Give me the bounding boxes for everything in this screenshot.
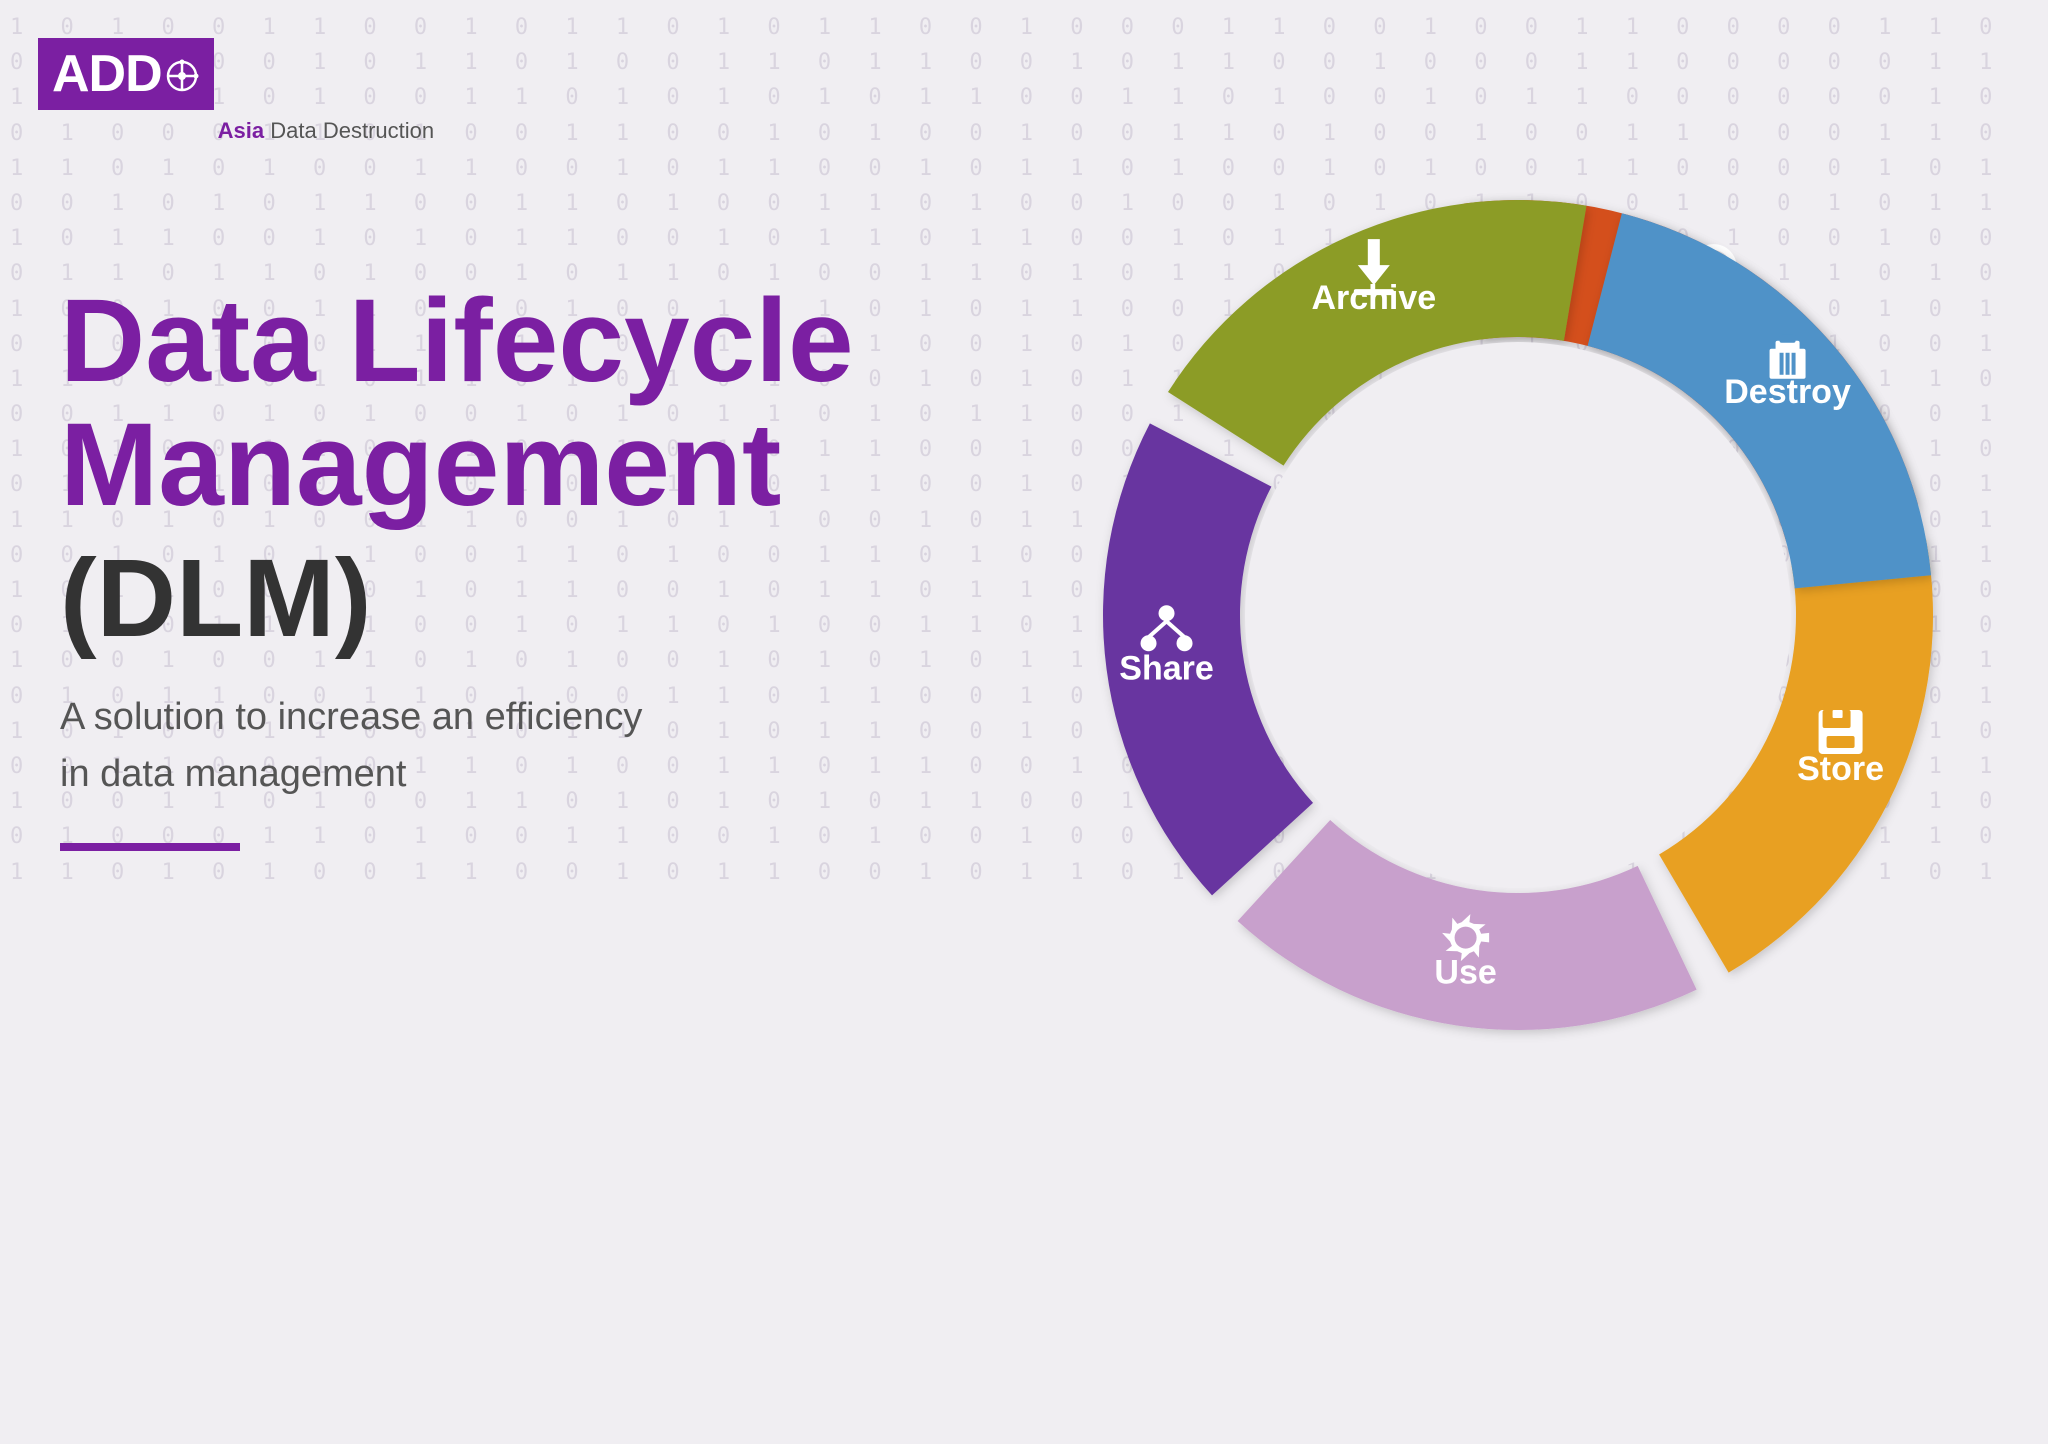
logo-subtitle: Asia Data Destruction	[218, 118, 434, 144]
logo-circuit-icon	[164, 58, 200, 94]
logo-container: ADD Asia Data Destruction	[38, 38, 214, 110]
main-title: Data Lifecycle Management	[60, 280, 854, 528]
lifecycle-diagram: CreateStoreUseShareArchiveDestroy	[1068, 140, 1968, 1090]
logo-asia: Asia	[218, 118, 264, 143]
subtitle-line2: in data management	[60, 746, 760, 803]
logo-data-destruction: Data Destruction	[264, 118, 434, 143]
main-content: Data Lifecycle Management (DLM) A soluti…	[60, 280, 854, 851]
subtitle-line1: A solution to increase an efficiency	[60, 689, 760, 746]
main-subtitle: A solution to increase an efficiency in …	[60, 689, 760, 803]
svg-text:Archive: Archive	[1311, 279, 1436, 317]
title-line1: Data Lifecycle	[60, 280, 854, 404]
logo-box: ADD	[38, 38, 214, 110]
svg-text:Use: Use	[1434, 954, 1496, 992]
main-dlm: (DLM)	[60, 538, 854, 659]
purple-divider	[60, 843, 240, 851]
diagram-container: CreateStoreUseShareArchiveDestroy	[1068, 140, 1968, 1090]
logo-add-text: ADD	[52, 48, 162, 100]
svg-text:Store: Store	[1797, 750, 1884, 788]
svg-text:Share: Share	[1119, 649, 1214, 687]
svg-text:Destroy: Destroy	[1724, 373, 1851, 411]
title-line2: Management	[60, 404, 854, 528]
